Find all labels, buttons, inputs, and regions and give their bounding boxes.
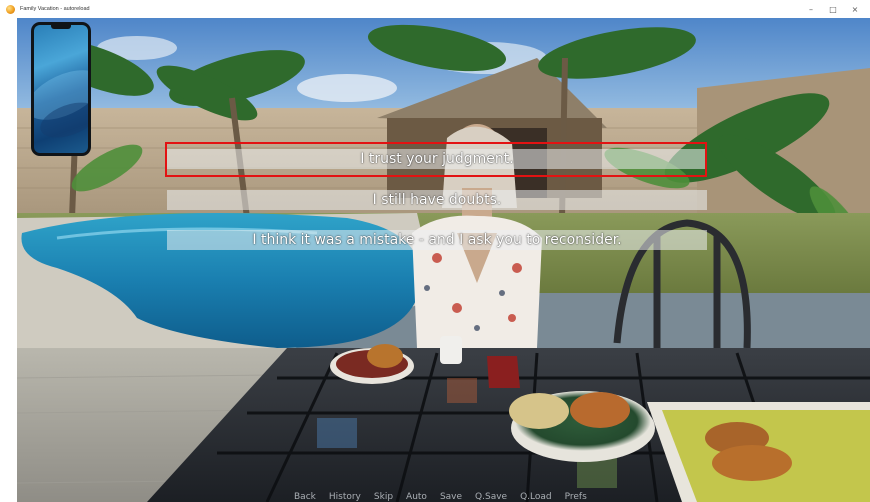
quick-menu-back[interactable]: Back — [294, 492, 316, 502]
window-left-margin — [0, 18, 17, 502]
phone-screen — [34, 25, 88, 153]
quick-menu-save[interactable]: Save — [440, 492, 462, 502]
app-icon — [6, 4, 15, 14]
maximize-button[interactable]: □ — [822, 0, 844, 18]
title-bar: Family Vacation - autoreload – □ × — [0, 0, 870, 18]
minimize-button[interactable]: – — [800, 0, 822, 18]
phone-notch — [51, 25, 71, 29]
game-window: Family Vacation - autoreload – □ × I tru… — [0, 0, 870, 502]
quick-menu-history[interactable]: History — [329, 492, 361, 502]
quick-menu-prefs[interactable]: Prefs — [565, 492, 587, 502]
game-scene[interactable]: I trust your judgment. I still have doub… — [17, 18, 870, 502]
quick-menu-auto[interactable]: Auto — [406, 492, 427, 502]
window-controls: – □ × — [800, 0, 866, 18]
scene-background — [17, 18, 870, 502]
choice-still-doubts[interactable]: I still have doubts. — [167, 190, 707, 210]
smartphone-icon[interactable] — [31, 22, 91, 156]
choice-mistake-reconsider[interactable]: I think it was a mistake - and I ask you… — [167, 230, 707, 250]
quick-menu-qload[interactable]: Q.Load — [520, 492, 552, 502]
close-button[interactable]: × — [844, 0, 866, 18]
quick-menu: Back History Skip Auto Save Q.Save Q.Loa… — [294, 492, 600, 502]
quick-menu-qsave[interactable]: Q.Save — [475, 492, 507, 502]
choice-trust-judgment[interactable]: I trust your judgment. — [167, 149, 707, 169]
quick-menu-skip[interactable]: Skip — [374, 492, 393, 502]
window-title: Family Vacation - autoreload — [20, 6, 90, 12]
